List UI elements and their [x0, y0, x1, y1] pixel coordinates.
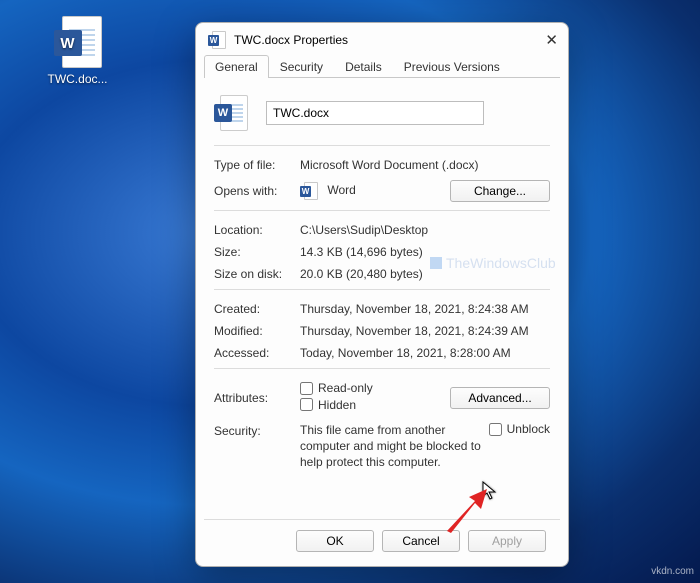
unblock-checkbox[interactable]: Unblock [489, 422, 550, 436]
tab-security[interactable]: Security [269, 55, 334, 78]
opens-with-label: Opens with: [214, 184, 300, 198]
credit-text: vkdn.com [651, 566, 694, 577]
apply-button[interactable]: Apply [468, 530, 546, 552]
accessed-value: Today, November 18, 2021, 8:28:00 AM [300, 346, 550, 360]
size-on-disk-value: 20.0 KB (20,480 bytes) [300, 267, 550, 281]
tab-general[interactable]: General [204, 55, 269, 78]
window-title: TWC.docx Properties [234, 33, 528, 47]
created-label: Created: [214, 302, 300, 316]
type-label: Type of file: [214, 158, 300, 172]
advanced-button[interactable]: Advanced... [450, 387, 550, 409]
word-icon: W [208, 31, 226, 49]
word-icon: W [54, 16, 102, 68]
size-on-disk-label: Size on disk: [214, 267, 300, 281]
cursor-icon [482, 481, 498, 501]
properties-dialog: W TWC.docx Properties ✕ General Security… [195, 22, 569, 567]
tab-content: W Type of file: Microsoft Word Document … [196, 79, 568, 519]
desktop-file-label: TWC.doc... [35, 72, 120, 86]
location-label: Location: [214, 223, 300, 237]
readonly-checkbox[interactable]: Read-only [300, 381, 373, 395]
tab-previous-versions[interactable]: Previous Versions [393, 55, 511, 78]
ok-button[interactable]: OK [296, 530, 374, 552]
close-button[interactable]: ✕ [528, 31, 558, 49]
attributes-label: Attributes: [214, 391, 300, 405]
change-button[interactable]: Change... [450, 180, 550, 202]
security-label: Security: [214, 422, 300, 471]
titlebar: W TWC.docx Properties ✕ [196, 23, 568, 55]
desktop-file-icon[interactable]: W TWC.doc... [35, 16, 120, 86]
tab-details[interactable]: Details [334, 55, 393, 78]
type-value: Microsoft Word Document (.docx) [300, 158, 550, 172]
security-text: This file came from another computer and… [300, 422, 489, 471]
word-icon: W [214, 95, 248, 131]
size-value: 14.3 KB (14,696 bytes) [300, 245, 550, 259]
tab-strip: General Security Details Previous Versio… [196, 55, 568, 78]
word-icon: W [300, 182, 318, 200]
location-value: C:\Users\Sudip\Desktop [300, 223, 550, 237]
modified-value: Thursday, November 18, 2021, 8:24:39 AM [300, 324, 550, 338]
created-value: Thursday, November 18, 2021, 8:24:38 AM [300, 302, 550, 316]
accessed-label: Accessed: [214, 346, 300, 360]
dialog-footer: OK Cancel Apply [204, 519, 560, 566]
cancel-button[interactable]: Cancel [382, 530, 460, 552]
filename-input[interactable] [266, 101, 484, 125]
size-label: Size: [214, 245, 300, 259]
hidden-checkbox[interactable]: Hidden [300, 398, 356, 412]
modified-label: Modified: [214, 324, 300, 338]
opens-with-value: W Word [300, 182, 450, 200]
